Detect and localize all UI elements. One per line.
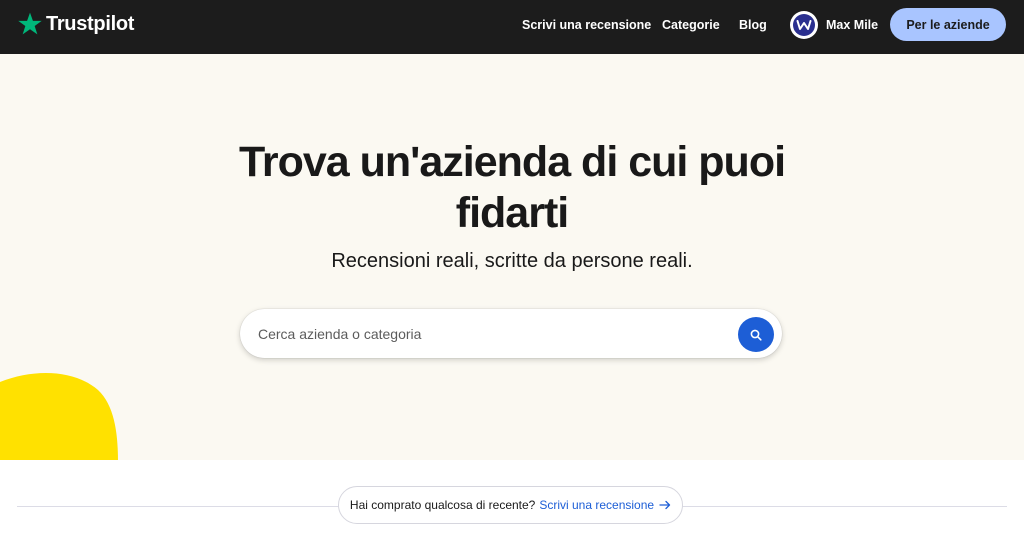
top-nav: Trustpilot Scrivi una recensione Categor… <box>0 0 1024 54</box>
page-subtitle: Recensioni reali, scritte da persone rea… <box>331 250 693 272</box>
for-business-button[interactable]: Per le aziende <box>890 8 1006 41</box>
nav-write-review[interactable]: Scrivi una recensione <box>522 0 651 54</box>
hero-section: Trova un'azienda di cui puoi fidarti Rec… <box>0 54 1024 460</box>
write-review-link-label: Scrivi una recensione <box>539 498 655 512</box>
star-icon <box>18 12 42 35</box>
page-title-line-1: Trova un'azienda di cui puoi <box>238 138 786 186</box>
avatar <box>790 11 818 39</box>
user-menu[interactable]: Max Mile <box>790 11 878 39</box>
decorative-blob <box>0 373 118 460</box>
search-icon <box>750 329 762 341</box>
brand-name: Trustpilot <box>46 13 135 35</box>
avatar-monogram-icon <box>796 20 812 30</box>
search-bar <box>240 309 782 358</box>
nav-blog[interactable]: Blog <box>739 0 767 54</box>
search-button[interactable] <box>738 317 774 352</box>
prompt-question: Hai comprato qualcosa di recente? <box>349 498 536 512</box>
write-review-link[interactable]: Scrivi una recensione <box>539 498 671 512</box>
page-title-line-2: fidarti <box>455 189 569 237</box>
page-title: Trova un'azienda di cui puoi fidarti <box>0 137 1024 239</box>
write-review-prompt: Hai comprato qualcosa di recente? Scrivi… <box>338 486 683 524</box>
search-input[interactable] <box>258 309 728 358</box>
user-name: Max Mile <box>826 18 879 32</box>
trustpilot-logo[interactable]: Trustpilot <box>17 11 134 37</box>
arrow-right-icon <box>659 500 671 510</box>
nav-categories[interactable]: Categorie <box>662 0 720 54</box>
